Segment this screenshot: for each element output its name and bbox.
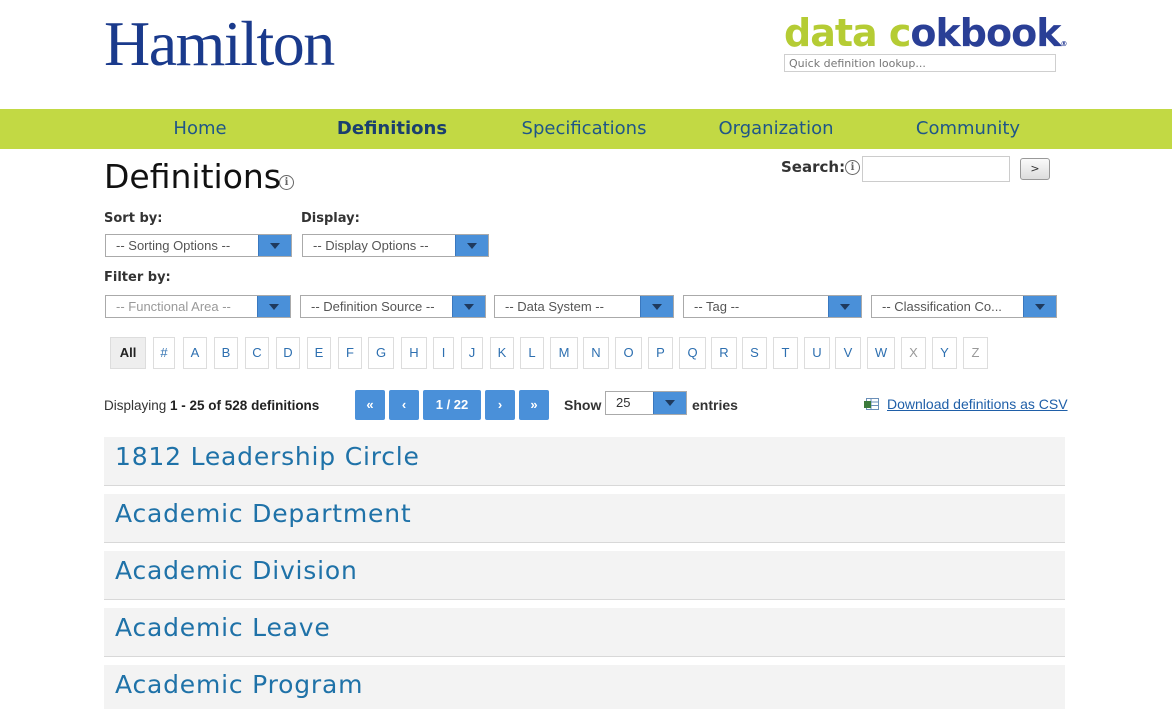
nav-specifications[interactable]: Specifications: [488, 109, 680, 149]
page-title: Definitions: [104, 157, 281, 196]
last-page-button[interactable]: »: [519, 390, 549, 420]
letter-v[interactable]: V: [835, 337, 861, 369]
page-indicator[interactable]: 1 / 22: [423, 390, 481, 420]
nav-definitions[interactable]: Definitions: [296, 109, 488, 149]
definition-row: Academic Program: [104, 665, 1065, 709]
logo-registered-mark: ®: [1060, 40, 1067, 48]
first-page-button[interactable]: «: [355, 390, 385, 420]
next-page-button[interactable]: ›: [485, 390, 515, 420]
displaying-prefix: Displaying: [104, 398, 171, 413]
definition-link[interactable]: Academic Department: [115, 496, 411, 532]
dropdown-arrow-icon: [257, 296, 290, 317]
search-info-icon[interactable]: i: [845, 160, 860, 175]
page-size-select[interactable]: 25: [605, 391, 687, 415]
definition-row: 1812 Leadership Circle: [104, 437, 1065, 486]
letter-c[interactable]: C: [245, 337, 269, 369]
hamilton-logo[interactable]: Hamilton: [104, 8, 335, 80]
show-label: Show: [564, 397, 602, 413]
spreadsheet-icon: [864, 398, 879, 410]
letter-o[interactable]: O: [615, 337, 642, 369]
nav-organization[interactable]: Organization: [680, 109, 872, 149]
dropdown-arrow-icon: [452, 296, 485, 317]
download-csv-link[interactable]: Download definitions as CSV: [887, 396, 1068, 412]
letter-a[interactable]: A: [183, 337, 207, 369]
filter-classification[interactable]: -- Classification Co...: [871, 295, 1057, 318]
letter-m[interactable]: M: [550, 337, 578, 369]
sort-label: Sort by:: [104, 211, 163, 226]
dropdown-arrow-icon: [455, 235, 488, 256]
filter-label: Filter by:: [104, 270, 171, 285]
dropdown-arrow-icon: [1023, 296, 1056, 317]
dropdown-arrow-icon: [653, 392, 686, 414]
letter-p[interactable]: P: [648, 337, 673, 369]
display-select[interactable]: -- Display Options --: [302, 234, 489, 257]
logo-part-cookbook: okbook: [910, 11, 1061, 55]
info-icon[interactable]: i: [279, 175, 294, 190]
letter-w[interactable]: W: [867, 337, 895, 369]
letter-t[interactable]: T: [773, 337, 798, 369]
nav-community[interactable]: Community: [872, 109, 1064, 149]
prev-page-button[interactable]: ‹: [389, 390, 419, 420]
definition-link[interactable]: Academic Division: [115, 553, 358, 589]
dropdown-arrow-icon: [828, 296, 861, 317]
letter-q[interactable]: Q: [679, 337, 706, 369]
letter-hash[interactable]: #: [153, 337, 175, 369]
search-button[interactable]: >: [1020, 158, 1050, 180]
filter-value: -- Data System --: [505, 299, 604, 314]
letter-z: Z: [963, 337, 988, 369]
letter-i[interactable]: I: [433, 337, 454, 369]
letter-h[interactable]: H: [401, 337, 427, 369]
dropdown-arrow-icon: [640, 296, 673, 317]
filter-tag[interactable]: -- Tag --: [683, 295, 862, 318]
letter-r[interactable]: R: [711, 337, 737, 369]
filter-value: -- Classification Co...: [882, 299, 1002, 314]
filter-data-system[interactable]: -- Data System --: [494, 295, 674, 318]
displaying-range: 1 - 25 of 528 definitions: [170, 398, 320, 413]
nav-home[interactable]: Home: [104, 109, 296, 149]
filter-definition-source[interactable]: -- Definition Source --: [300, 295, 486, 318]
letter-j[interactable]: J: [461, 337, 483, 369]
display-label: Display:: [301, 211, 360, 226]
letter-g[interactable]: G: [368, 337, 394, 369]
definition-row: Academic Department: [104, 494, 1065, 543]
page-size-value: 25: [616, 395, 631, 410]
filter-value: -- Definition Source --: [311, 299, 435, 314]
definition-link[interactable]: 1812 Leadership Circle: [115, 439, 420, 475]
search-label: Search:: [781, 158, 846, 176]
search-input[interactable]: [862, 156, 1010, 182]
filter-value: -- Tag --: [694, 299, 740, 314]
letter-all[interactable]: All: [110, 337, 146, 369]
letter-l[interactable]: L: [520, 337, 544, 369]
letter-k[interactable]: K: [490, 337, 514, 369]
entries-label: entries: [692, 397, 738, 413]
logo-part-data: data c: [784, 11, 911, 55]
letter-n[interactable]: N: [583, 337, 609, 369]
definition-row: Academic Division: [104, 551, 1065, 600]
letter-e[interactable]: E: [307, 337, 331, 369]
letter-y[interactable]: Y: [932, 337, 957, 369]
letter-b[interactable]: B: [214, 337, 238, 369]
definition-link[interactable]: Academic Leave: [115, 610, 331, 646]
letter-s[interactable]: S: [742, 337, 767, 369]
sort-select-value: -- Sorting Options --: [116, 238, 231, 253]
filter-value: -- Functional Area --: [116, 299, 231, 314]
letter-d[interactable]: D: [276, 337, 300, 369]
sort-select[interactable]: -- Sorting Options --: [105, 234, 292, 257]
displaying-summary: Displaying 1 - 25 of 528 definitions: [104, 397, 319, 415]
definition-link[interactable]: Academic Program: [115, 667, 363, 703]
display-select-value: -- Display Options --: [313, 238, 429, 253]
filter-functional-area[interactable]: -- Functional Area --: [105, 295, 291, 318]
letter-f[interactable]: F: [338, 337, 362, 369]
letter-x: X: [901, 337, 926, 369]
dropdown-arrow-icon: [258, 235, 291, 256]
definition-row: Academic Leave: [104, 608, 1065, 657]
letter-u[interactable]: U: [804, 337, 830, 369]
quick-lookup-input[interactable]: [784, 54, 1056, 72]
